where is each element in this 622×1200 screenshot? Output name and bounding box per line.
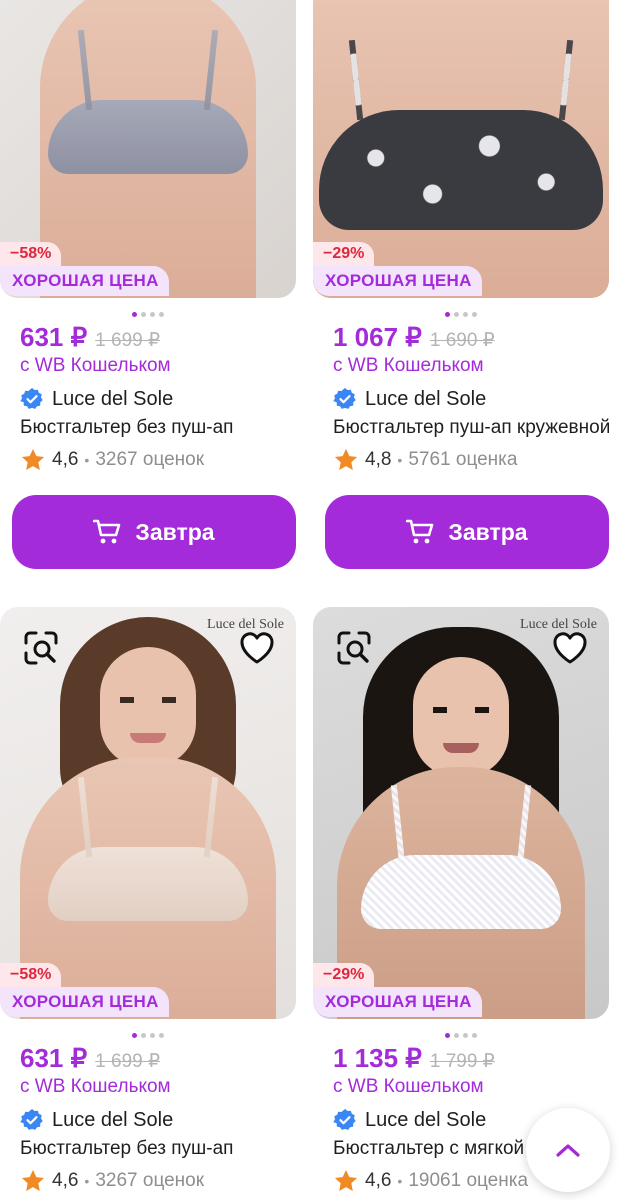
wallet-label: с WB Кошельком xyxy=(333,355,484,376)
scroll-to-top-button[interactable] xyxy=(526,1108,610,1192)
brand-name: Luce del Sole xyxy=(52,1108,174,1131)
product-title[interactable]: Бюстгальтер пуш-ап кружевной xyxy=(313,417,609,439)
brand-name: Luce del Sole xyxy=(365,1108,487,1131)
price: 1 135 ₽ xyxy=(333,1043,422,1073)
star-icon xyxy=(334,448,358,470)
wallet-label: с WB Кошельком xyxy=(20,1076,171,1097)
cart-icon xyxy=(93,519,121,544)
product-title[interactable]: Бюстгальтер без пуш-ап xyxy=(0,417,296,439)
product-image[interactable]: −29% ХОРОШАЯ ЦЕНА xyxy=(313,0,609,298)
rating-value: 4,8 xyxy=(365,449,392,470)
product-image[interactable]: −58% ХОРОШАЯ ЦЕНА xyxy=(0,0,296,298)
rating-row: 4,8 • 5761 оценка xyxy=(313,447,609,473)
product-photo xyxy=(48,100,248,174)
image-pagination xyxy=(313,304,609,317)
price: 1 067 ₽ xyxy=(333,322,422,352)
cart-icon xyxy=(406,519,434,544)
old-price: 1 699 ₽ xyxy=(95,1051,161,1072)
wallet-label: с WB Кошельком xyxy=(20,355,171,376)
brand-name: Luce del Sole xyxy=(365,387,487,410)
product-image[interactable]: Luce del Sole −58% ХОРОШАЯ ЦЕНА xyxy=(0,607,296,1019)
rating-row: 4,6 • 3267 оценок xyxy=(0,447,296,473)
reviews-count: 5761 оценка xyxy=(408,449,518,470)
verified-check-icon xyxy=(20,388,43,409)
image-search-icon[interactable] xyxy=(22,629,60,667)
price: 631 ₽ xyxy=(20,1043,88,1073)
product-card[interactable]: Luce del Sole −58% ХОРОШАЯ ЦЕНА 631 ₽ 1 6… xyxy=(0,607,296,1194)
product-card[interactable]: Luce del Sole −29% ХОРОШАЯ ЦЕНА 1 135 ₽ 1… xyxy=(313,607,609,1194)
reviews-count: 19061 оценка xyxy=(408,1170,529,1191)
brand-row[interactable]: Luce del Sole xyxy=(313,387,609,411)
verified-check-icon xyxy=(20,1109,43,1130)
image-pagination xyxy=(0,304,296,317)
star-icon xyxy=(334,1169,358,1191)
good-price-badge: ХОРОШАЯ ЦЕНА xyxy=(0,266,169,296)
chevron-up-icon xyxy=(556,1144,580,1157)
star-icon xyxy=(21,1169,45,1191)
rating-row: 4,6 • 3267 оценок xyxy=(0,1168,296,1194)
reviews-count: 3267 оценок xyxy=(95,449,205,470)
verified-check-icon xyxy=(333,1109,356,1130)
discount-badge: −29% xyxy=(313,242,375,266)
brand-row[interactable]: Luce del Sole xyxy=(0,387,296,411)
product-photo xyxy=(361,855,561,929)
good-price-badge: ХОРОШАЯ ЦЕНА xyxy=(0,987,169,1017)
rating-value: 4,6 xyxy=(52,449,79,470)
product-card[interactable]: −29% ХОРОШАЯ ЦЕНА 1 067 ₽ 1 690 ₽ с WB Ко… xyxy=(313,0,609,569)
image-pagination xyxy=(313,1025,609,1038)
wallet-label: с WB Кошельком xyxy=(333,1076,484,1097)
verified-check-icon xyxy=(333,388,356,409)
old-price: 1 699 ₽ xyxy=(95,330,161,351)
heart-icon[interactable] xyxy=(238,629,276,667)
add-to-cart-button[interactable]: Завтра xyxy=(325,495,609,569)
reviews-count: 3267 оценок xyxy=(95,1170,205,1191)
price: 631 ₽ xyxy=(20,322,88,352)
discount-badge: −58% xyxy=(0,963,62,987)
product-card[interactable]: −58% ХОРОШАЯ ЦЕНА 631 ₽ 1 699 ₽ с WB Коше… xyxy=(0,0,296,569)
brand-row[interactable]: Luce del Sole xyxy=(0,1108,296,1132)
delivery-label: Завтра xyxy=(448,518,528,545)
product-photo xyxy=(48,847,248,921)
delivery-label: Завтра xyxy=(135,518,215,545)
product-photo xyxy=(319,110,603,230)
image-pagination xyxy=(0,1025,296,1038)
discount-badge: −29% xyxy=(313,963,375,987)
star-icon xyxy=(21,448,45,470)
good-price-badge: ХОРОШАЯ ЦЕНА xyxy=(313,987,482,1017)
brand-name: Luce del Sole xyxy=(52,387,174,410)
old-price: 1 799 ₽ xyxy=(429,1051,495,1072)
rating-value: 4,6 xyxy=(365,1170,392,1191)
good-price-badge: ХОРОШАЯ ЦЕНА xyxy=(313,266,482,296)
product-image[interactable]: Luce del Sole −29% ХОРОШАЯ ЦЕНА xyxy=(313,607,609,1019)
image-search-icon[interactable] xyxy=(335,629,373,667)
heart-icon[interactable] xyxy=(551,629,589,667)
discount-badge: −58% xyxy=(0,242,62,266)
rating-value: 4,6 xyxy=(52,1170,79,1191)
product-title[interactable]: Бюстгальтер без пуш-ап xyxy=(0,1138,296,1160)
add-to-cart-button[interactable]: Завтра xyxy=(12,495,296,569)
old-price: 1 690 ₽ xyxy=(429,330,495,351)
